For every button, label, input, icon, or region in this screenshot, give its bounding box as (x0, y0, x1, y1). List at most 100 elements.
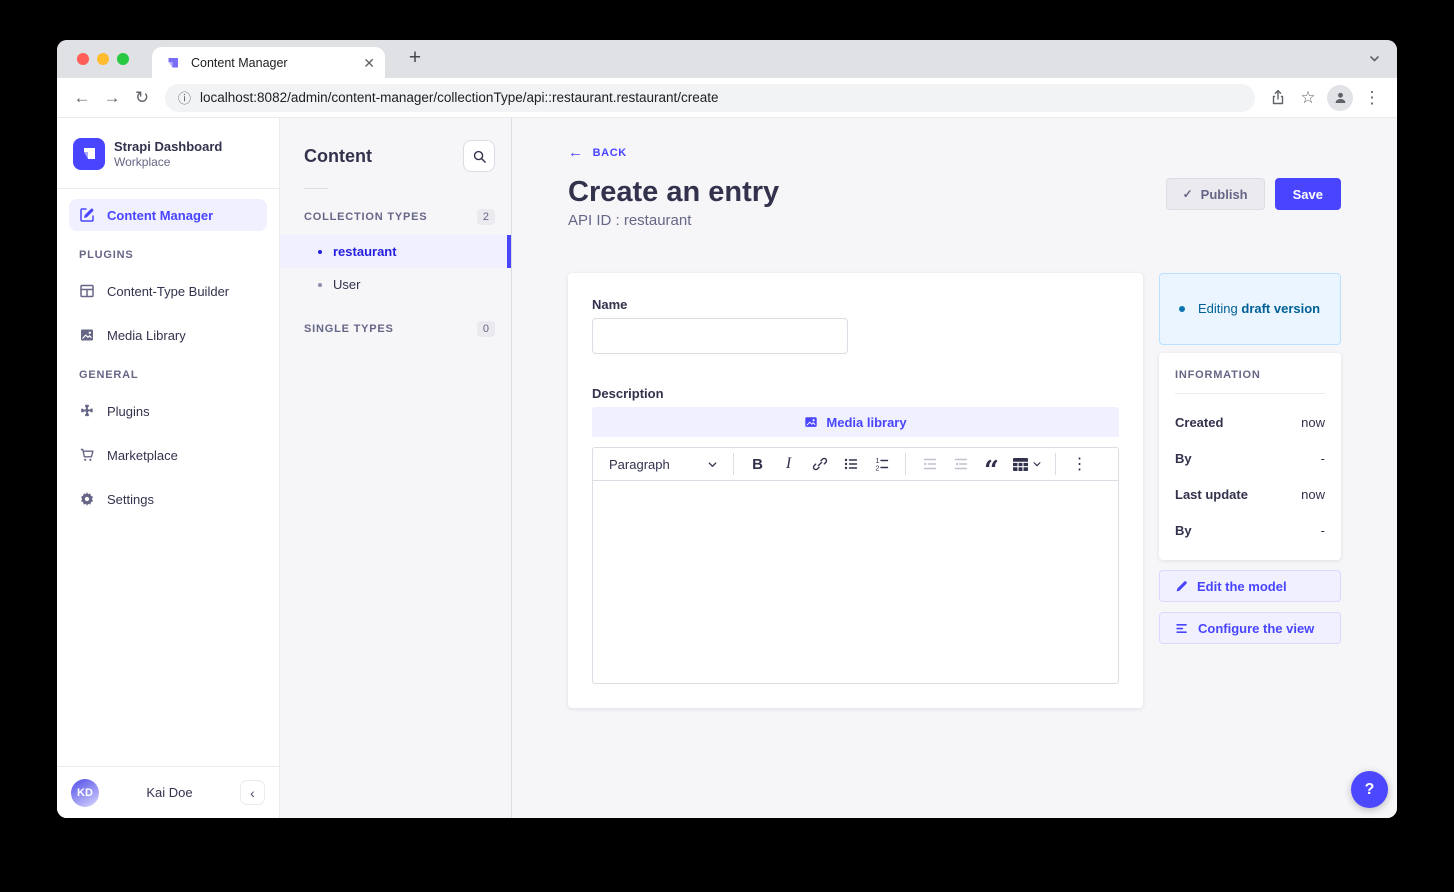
forward-nav-icon[interactable]: → (97, 83, 127, 113)
side-panel: Editing draft version INFORMATION Create… (1159, 273, 1341, 644)
table-button[interactable] (1007, 451, 1047, 477)
collection-types-count-badge: 2 (477, 209, 495, 225)
subnav-item-restaurant[interactable]: restaurant (280, 235, 511, 268)
bulleted-list-button[interactable] (835, 451, 866, 477)
sidebar-item-settings[interactable]: Settings (69, 483, 267, 515)
numbered-list-icon: 12 (874, 456, 890, 472)
chevron-down-icon (707, 459, 718, 470)
tab-search-chevron-icon[interactable] (1368, 52, 1381, 65)
paragraph-style-select[interactable]: Paragraph (603, 457, 725, 472)
configure-view-button[interactable]: Configure the view (1159, 612, 1341, 644)
name-input[interactable] (592, 318, 848, 354)
gear-icon (79, 491, 95, 507)
divider (905, 453, 906, 475)
sidebar-item-label: Media Library (107, 328, 186, 343)
browser-tab[interactable]: Content Manager ✕ (152, 47, 385, 78)
bold-button[interactable]: B (742, 451, 773, 477)
info-row-last-update: Last update now (1175, 487, 1325, 502)
indent-icon (922, 456, 938, 472)
sidebar-item-label: Content Manager (107, 208, 213, 223)
bullet-icon (318, 283, 322, 287)
sidebar-item-marketplace[interactable]: Marketplace (69, 439, 267, 471)
rich-text-area[interactable] (593, 481, 1118, 683)
link-icon (812, 456, 828, 472)
info-row-created-by: By - (1175, 451, 1325, 466)
back-nav-icon[interactable]: ← (67, 83, 97, 113)
link-button[interactable] (804, 451, 835, 477)
sidebar-item-label: Content-Type Builder (107, 284, 229, 299)
back-link[interactable]: ← BACK (568, 145, 627, 160)
strapi-logo-icon (73, 138, 105, 170)
edit-model-button[interactable]: Edit the model (1159, 570, 1341, 602)
window-controls (77, 53, 129, 65)
name-field-label: Name (592, 297, 1119, 312)
chevron-down-icon (1032, 459, 1042, 469)
user-avatar: KD (71, 779, 99, 807)
blockquote-button[interactable]: “ (976, 451, 1007, 477)
editor-toolbar: Paragraph B I (593, 448, 1118, 481)
browser-profile-avatar[interactable] (1327, 85, 1353, 111)
url-text: localhost:8082/admin/content-manager/col… (200, 90, 719, 105)
browser-menu-icon[interactable]: ⋮ (1357, 83, 1387, 113)
outdent-icon (953, 456, 969, 472)
configure-lines-icon (1175, 622, 1189, 635)
tab-close-icon[interactable]: ✕ (363, 56, 375, 70)
sidebar-item-content-type-builder[interactable]: Content-Type Builder (69, 275, 267, 307)
search-icon (472, 149, 487, 164)
save-button[interactable]: Save (1275, 178, 1341, 210)
address-bar[interactable]: ⓘ localhost:8082/admin/content-manager/c… (165, 84, 1255, 112)
single-types-count-badge: 0 (477, 321, 495, 337)
svg-text:2: 2 (875, 466, 879, 473)
more-options-button[interactable]: ⋮ (1064, 451, 1095, 477)
tab-title: Content Manager (191, 56, 363, 70)
active-indicator (507, 235, 511, 268)
page-info-icon[interactable]: ⓘ (178, 88, 191, 107)
minimize-window-button[interactable] (97, 53, 109, 65)
share-icon[interactable] (1263, 83, 1293, 113)
information-title: INFORMATION (1175, 369, 1325, 381)
workspace-header[interactable]: Strapi Dashboard Workplace (57, 118, 279, 189)
outdent-button[interactable] (945, 451, 976, 477)
main-sidebar: Strapi Dashboard Workplace Content Manag… (57, 118, 280, 818)
draft-status-text: Editing draft version (1198, 299, 1320, 319)
publish-button[interactable]: ✓ Publish (1166, 178, 1265, 210)
main-content: ← BACK Create an entry API ID : restaura… (512, 118, 1397, 818)
sidebar-nav: Content Manager PLUGINS Content-Type Bui… (57, 189, 279, 766)
description-field-label: Description (592, 386, 1119, 401)
subnav-item-label: restaurant (333, 244, 397, 259)
info-row-created: Created now (1175, 415, 1325, 430)
search-button[interactable] (463, 140, 495, 172)
bookmark-star-icon[interactable]: ☆ (1293, 83, 1323, 113)
maximize-window-button[interactable] (117, 53, 129, 65)
page-title: Create an entry (568, 175, 779, 209)
sidebar-item-label: Settings (107, 492, 154, 507)
sidebar-item-media-library[interactable]: Media Library (69, 319, 267, 351)
image-icon (79, 327, 95, 343)
draft-status-box: Editing draft version (1159, 273, 1341, 345)
italic-button[interactable]: I (773, 451, 804, 477)
numbered-list-button[interactable]: 12 (866, 451, 897, 477)
close-window-button[interactable] (77, 53, 89, 65)
api-id-subtitle: API ID : restaurant (568, 212, 779, 229)
reload-icon[interactable]: ↻ (127, 83, 157, 113)
status-dot-icon (1179, 306, 1185, 312)
user-name: Kai Doe (107, 785, 232, 800)
plugins-section-label: PLUGINS (79, 249, 267, 261)
collection-types-label: COLLECTION TYPES (304, 211, 427, 223)
browser-window: Content Manager ✕ + ← → ↻ ⓘ localhost:80… (57, 40, 1397, 818)
strapi-app: Strapi Dashboard Workplace Content Manag… (57, 118, 1397, 818)
new-tab-button[interactable]: + (401, 44, 429, 72)
workspace-name: Workplace (114, 155, 222, 170)
divider (304, 188, 328, 189)
indent-button[interactable] (914, 451, 945, 477)
sidebar-item-plugins[interactable]: Plugins (69, 395, 267, 427)
subnav-item-user[interactable]: User (280, 268, 511, 301)
media-library-button[interactable]: Media library (592, 407, 1119, 437)
content-subnav: Content COLLECTION TYPES 2 restaurant (280, 118, 512, 818)
help-button[interactable]: ? (1351, 771, 1388, 808)
sidebar-footer: KD Kai Doe ‹ (57, 766, 279, 818)
bulleted-list-icon (843, 456, 859, 472)
sidebar-item-content-manager[interactable]: Content Manager (69, 199, 267, 231)
collapse-sidebar-button[interactable]: ‹ (240, 780, 265, 805)
single-types-label: SINGLE TYPES (304, 323, 394, 335)
